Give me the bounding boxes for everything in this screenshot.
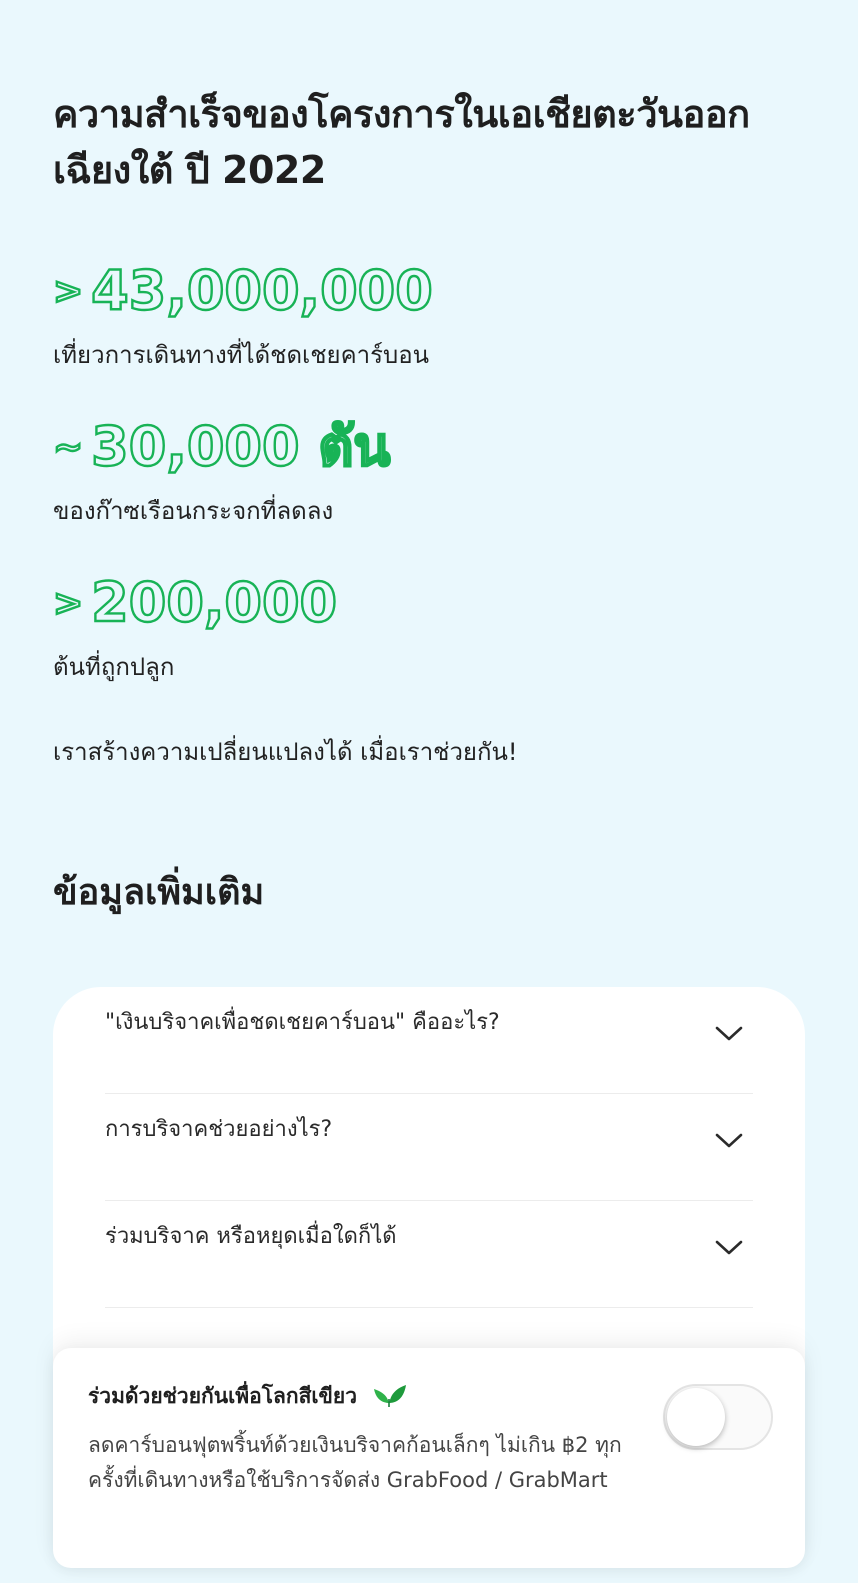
stat-prefix: > <box>52 270 85 313</box>
stat-label-trips: เที่ยวการเดินทางที่ได้ชดเชยคาร์บอน <box>53 341 430 369</box>
stat-value-trees: >200,000 <box>52 570 339 635</box>
stat-prefix: > <box>52 582 85 625</box>
faq-question: "เงินบริจาคเพื่อชดเชยคาร์บอน" คืออะไร? <box>105 1010 500 1035</box>
donation-banner-title-text: ร่วมด้วยช่วยกันเพื่อโลกสีเขียว <box>88 1384 358 1408</box>
faq-question: ร่วมบริจาค หรือหยุดเมื่อใดก็ได้ <box>105 1224 397 1249</box>
stat-number: 30,000 ตัน <box>90 414 392 478</box>
donation-banner-title: ร่วมด้วยช่วยกันเพื่อโลกสีเขียว <box>88 1381 408 1411</box>
donation-toggle[interactable] <box>663 1384 773 1450</box>
faq-card: "เงินบริจาคเพื่อชดเชยคาร์บอน" คืออะไร? ก… <box>53 987 805 1407</box>
faq-item-what-is[interactable]: "เงินบริจาคเพื่อชดเชยคาร์บอน" คืออะไร? <box>105 987 753 1094</box>
faq-question: การบริจาคช่วยอย่างไร? <box>105 1117 333 1142</box>
faq-item-how-it-helps[interactable]: การบริจาคช่วยอย่างไร? <box>105 1094 753 1201</box>
stat-number: 43,000,000 <box>90 258 434 322</box>
chevron-down-icon <box>715 1240 743 1255</box>
page-title: ความสำเร็จของโครงการในเอเชียตะวันออกเฉีย… <box>53 92 750 192</box>
stat-prefix: ~ <box>52 426 85 469</box>
toggle-knob <box>667 1388 725 1446</box>
section-title-more-info: ข้อมูลเพิ่มเติม <box>53 872 265 913</box>
stat-label-trees: ต้นที่ถูกปลูก <box>53 653 175 681</box>
chevron-down-icon <box>715 1133 743 1148</box>
chevron-down-icon <box>715 1026 743 1041</box>
donation-banner-description: ลดคาร์บอนฟุตพริ้นท์ด้วยเงินบริจาคก้อนเล็… <box>88 1433 622 1492</box>
stat-number: 200,000 <box>90 570 338 634</box>
donation-banner: ร่วมด้วยช่วยกันเพื่อโลกสีเขียว ลดคาร์บอน… <box>53 1348 805 1568</box>
faq-item-join-or-stop[interactable]: ร่วมบริจาค หรือหยุดเมื่อใดก็ได้ <box>105 1201 753 1308</box>
stat-value-ghg: ~30,000 ตัน <box>52 414 392 479</box>
donation-info-page: ความสำเร็จของโครงการในเอเชียตะวันออกเฉีย… <box>0 0 858 1583</box>
leaf-icon <box>374 1385 407 1407</box>
stat-value-trips: >43,000,000 <box>52 258 434 323</box>
stat-label-ghg: ของก๊าซเรือนกระจกที่ลดลง <box>53 497 334 525</box>
tagline: เราสร้างความเปลี่ยนแปลงได้ เมื่อเราช่วยก… <box>53 738 518 766</box>
